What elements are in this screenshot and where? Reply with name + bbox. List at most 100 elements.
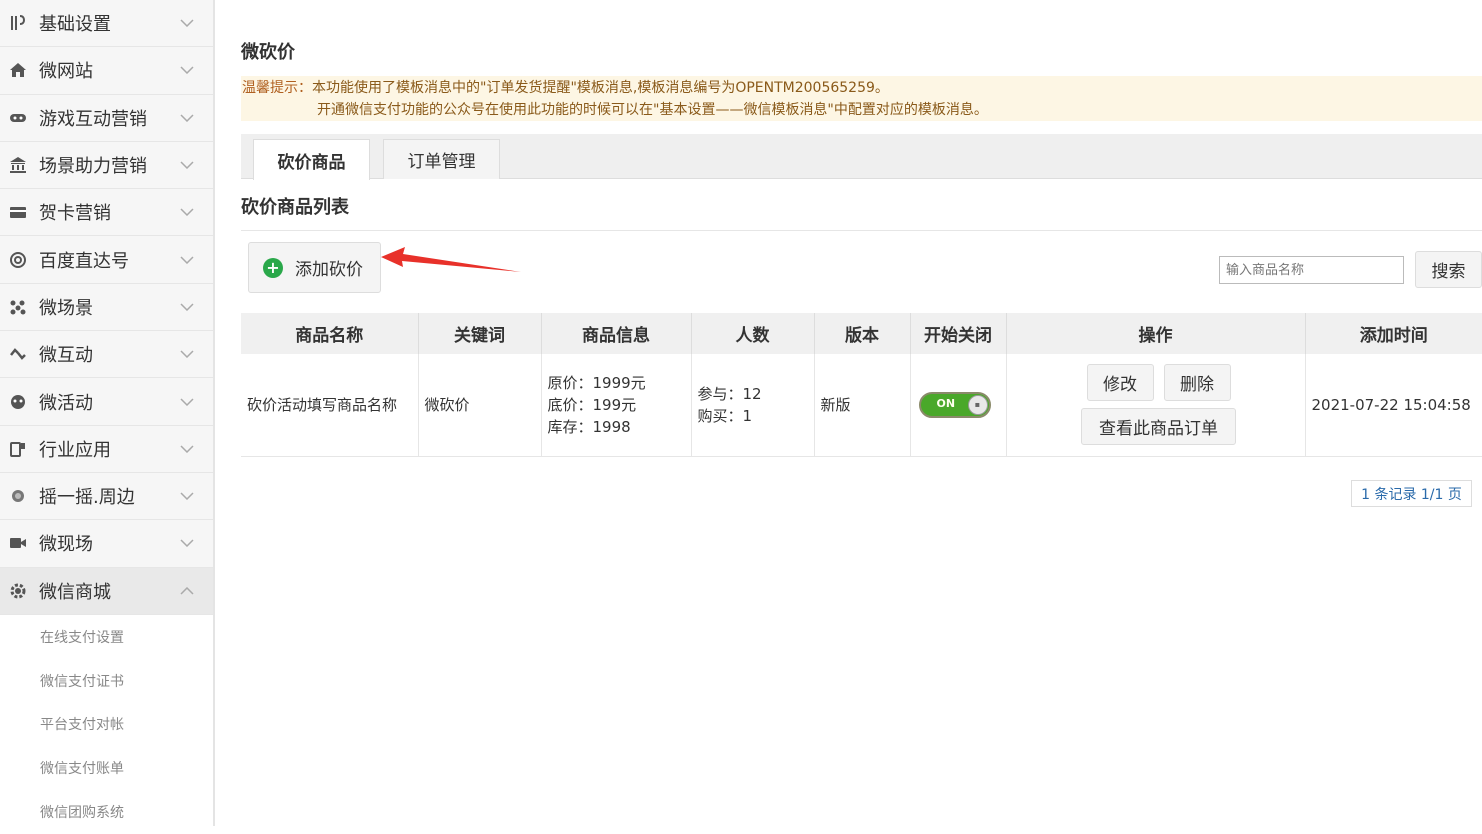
sidebar-item-game-marketing[interactable]: 游戏互动营销 [0,94,213,142]
cell-actions: 修改 删除 查看此商品订单 [1006,354,1306,457]
table-header-row: 商品名称 关键词 商品信息 人数 版本 开始关闭 操作 添加时间 [241,313,1482,354]
chevron-up-icon [175,586,199,595]
gamepad-icon [8,108,28,128]
chevron-down-icon [175,303,199,311]
cell-people: 参与：12 购买：1 [691,354,815,457]
cell-keyword: 微砍价 [418,354,542,457]
plus-circle-icon: + [263,257,283,278]
sidebar-item-label: 微场景 [39,297,93,319]
sidebar-item-scene-marketing[interactable]: 场景助力营销 [0,141,213,190]
col-header-actions: 操作 [1006,313,1306,354]
chevron-down-icon [175,539,199,548]
actions-row: 修改 删除 [1086,364,1231,402]
view-orders-button[interactable]: 查看此商品订单 [1081,408,1236,446]
delete-button[interactable]: 删除 [1163,364,1231,402]
sidebar-item-label: 百度直达号 [39,250,129,272]
chevron-down-icon [175,114,199,122]
sidebar-item-label: 微现场 [39,534,93,556]
sidebar-subitem-online-payment[interactable]: 在线支付设置 [0,615,213,659]
people-participants: 参与：12 [697,384,762,403]
sidebar-item-micro-interaction[interactable]: 微互动 [0,331,213,379]
search-button[interactable]: 搜索 [1415,251,1482,288]
apps-icon [8,439,28,459]
sidebar-item-wechat-mall[interactable]: 微信商城 [0,567,213,615]
tip-text-2: 开通微信支付功能的公众号在使用此功能的时候可以在"基本设置——微信模板消息"中配… [317,102,988,118]
sidebar-item-label: 贺卡营销 [39,203,111,225]
video-icon [8,533,28,553]
toggle-knob: ▪ [967,394,988,415]
add-bargain-label: 添加砍价 [295,260,363,280]
chevron-down-icon [175,19,199,28]
on-off-toggle[interactable]: ON ▪ [918,391,991,418]
sidebar-item-micro-activity[interactable]: 微活动 [0,378,213,426]
info-floor-price: 底价：199元 [547,395,637,414]
chevron-down-icon [175,397,199,406]
sidebar-item-label: 微网站 [39,61,93,83]
pagination-info: 1 条记录 1/1 页 [1351,480,1472,507]
chevron-down-icon [175,66,199,75]
col-header-keyword: 关键词 [418,313,542,354]
sidebar-item-label: 场景助力营销 [39,156,147,178]
sidebar-subitem-reconciliation[interactable]: 平台支付对帐 [0,702,213,746]
cell-info: 原价：1999元 底价：199元 库存：1998 [541,354,692,457]
sidebar-subitem-group-buy[interactable]: 微信团购系统 [0,790,213,834]
chevron-down-icon [175,161,199,170]
chevron-down-icon [175,492,199,501]
search-input[interactable] [1219,256,1404,284]
toggle-label: ON [936,396,956,410]
face-icon [8,392,28,412]
cell-name: 砍价活动填写商品名称 [241,354,419,457]
sidebar-item-label: 微互动 [39,345,93,367]
page-title: 微砍价 [241,42,295,63]
chevron-down-icon [175,256,199,264]
tip-line-1: 温馨提示：本功能使用了模板消息中的"订单发货提醒"模板消息,模板消息编号为OPE… [242,77,1482,99]
sidebar-item-live[interactable]: 微现场 [0,520,213,568]
tab-bar: 砍价商品 订单管理 [241,134,1482,180]
tip-banner: 温馨提示：本功能使用了模板消息中的"订单发货提醒"模板消息,模板消息编号为OPE… [241,76,1482,121]
sidebar: 基础设置 微网站 游戏互动营销 场景助力营销 贺卡营销 百度直达号 微场景 微互… [0,0,215,826]
info-stock: 库存：1998 [547,417,631,436]
sidebar-item-label: 游戏互动营销 [39,108,147,130]
cell-toggle: ON ▪ [910,354,1007,457]
sidebar-subitem-payment-bill[interactable]: 微信支付账单 [0,746,213,790]
sidebar-item-shake[interactable]: 摇一摇.周边 [0,472,213,521]
tip-prefix: 温馨提示： [242,80,312,96]
tools-icon [8,13,28,33]
cell-added-time: 2021-07-22 15:04:58 [1305,354,1482,457]
chevron-down-icon [175,445,199,453]
sidebar-item-industry-apps[interactable]: 行业应用 [0,425,213,473]
bank-icon [8,155,28,175]
at-icon [8,250,28,270]
divider [241,230,1482,231]
sidebar-item-microsite[interactable]: 微网站 [0,47,213,95]
gear-icon [8,581,28,601]
col-header-name: 商品名称 [241,313,419,354]
sidebar-item-label: 行业应用 [39,439,111,461]
chevron-down-icon [175,350,199,359]
sidebar-item-greeting-card[interactable]: 贺卡营销 [0,189,213,237]
sidebar-item-label: 微信商城 [39,581,111,603]
sidebar-item-label: 微活动 [39,392,93,414]
sidebar-item-basic-settings[interactable]: 基础设置 [0,0,213,48]
sidebar-item-baidu-direct[interactable]: 百度直达号 [0,236,213,284]
home-icon [8,60,28,80]
people-buyers: 购买：1 [697,406,753,425]
arrow-annotation [381,247,521,272]
cell-version: 新版 [814,354,911,457]
dots-icon [8,297,28,317]
edit-button[interactable]: 修改 [1086,364,1154,402]
col-header-version: 版本 [814,313,911,354]
sidebar-item-micro-scene[interactable]: 微场景 [0,283,213,332]
tab-bargain-goods[interactable]: 砍价商品 [253,139,370,180]
table-row: 砍价活动填写商品名称 微砍价 原价：1999元 底价：199元 库存：1998 … [241,354,1482,457]
shake-icon [8,486,28,506]
actions-group: 修改 删除 查看此商品订单 [1013,364,1305,446]
add-bargain-button[interactable]: + 添加砍价 [248,242,381,293]
col-header-added-time: 添加时间 [1305,313,1482,354]
sidebar-subitem-payment-cert[interactable]: 微信支付证书 [0,659,213,703]
col-header-toggle: 开始关闭 [910,313,1007,354]
col-header-people: 人数 [691,313,815,354]
goods-table: 商品名称 关键词 商品信息 人数 版本 开始关闭 操作 添加时间 砍价活动填写商… [241,313,1482,457]
link-icon [8,344,28,364]
tab-order-management[interactable]: 订单管理 [383,139,500,179]
